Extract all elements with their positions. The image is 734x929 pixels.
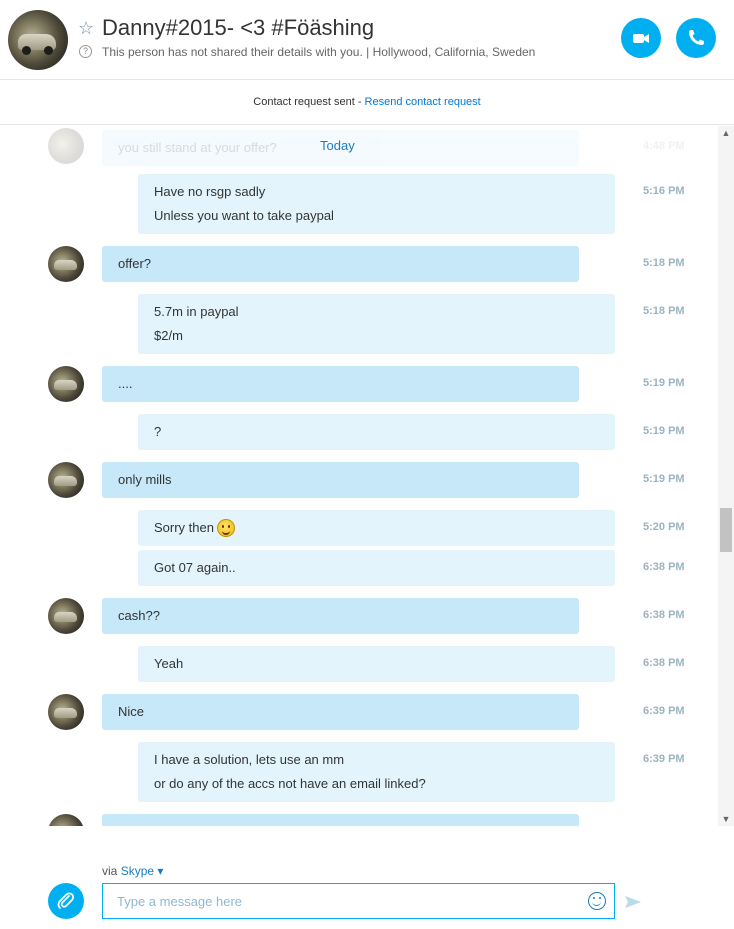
avatar[interactable] [48, 366, 84, 402]
message-list[interactable]: you still stand at your offer? 4:48 PM T… [0, 126, 718, 826]
message-text: or do any of the accs not have an email … [154, 776, 426, 791]
contact-request-bar: Contact request sent - Resend contact re… [0, 81, 734, 125]
smile-emoticon-icon [216, 518, 235, 537]
chat-scrollbar[interactable]: ▲ ▼ [718, 126, 734, 826]
faded-previous-message: you still stand at your offer? 4:48 PM [0, 126, 718, 170]
avatar[interactable] [48, 814, 84, 826]
message-text: Have no rsgp sadly [154, 184, 266, 199]
message-timestamp: 5:19 PM [643, 425, 685, 437]
paperclip-icon [57, 892, 75, 909]
message-timestamp: 5:20 PM [643, 521, 685, 533]
via-service-selector[interactable]: via Skype ▾ [102, 864, 163, 878]
message-timestamp: 5:18 PM [643, 305, 685, 317]
message-timestamp: 6:38 PM [643, 609, 685, 621]
avatar[interactable] [48, 462, 84, 498]
request-status-text: Contact request sent - [253, 96, 365, 108]
conversation-header: ☆ Danny#2015- <3 #Föäshing ? This person… [0, 0, 734, 80]
message-input-container[interactable] [102, 883, 615, 919]
video-camera-icon [633, 34, 649, 43]
date-divider: Today [320, 138, 355, 153]
audio-call-button[interactable] [676, 18, 716, 58]
message-text: only mills [118, 472, 172, 487]
message-bubble[interactable]: cash?? [102, 598, 579, 634]
message-timestamp: 5:19 PM [643, 377, 685, 389]
avatar[interactable] [48, 694, 84, 730]
contact-avatar[interactable] [8, 10, 68, 70]
send-arrow-icon [625, 896, 641, 908]
message-text: Got 07 again.. [154, 560, 236, 575]
message-text: $2/m [154, 328, 183, 343]
star-icon[interactable]: ☆ [78, 18, 94, 39]
message-text: 5.7m in paypal [154, 304, 239, 319]
avatar[interactable] [48, 246, 84, 282]
message-text: Unless you want to take paypal [154, 208, 334, 223]
scrollbar-thumb[interactable] [720, 508, 732, 552]
resend-request-link[interactable]: Resend contact request [365, 96, 481, 108]
message-bubble[interactable]: Nice [102, 694, 579, 730]
chevron-down-icon[interactable]: ▾ [154, 864, 163, 878]
message-bubble[interactable]: Sorry then [138, 510, 615, 546]
message-text: .... [118, 376, 133, 391]
message-bubble[interactable]: I have a solution, lets use an mm or do a… [138, 742, 615, 802]
message-text: Sorry then [154, 516, 599, 540]
info-icon: ? [79, 45, 92, 58]
attach-file-button[interactable] [48, 883, 84, 919]
contact-name[interactable]: Danny#2015- <3 #Föäshing [102, 15, 374, 41]
message-bubble[interactable]: Got 07 again.. [138, 550, 615, 586]
message-text: I have a solution, lets use an mm [154, 752, 345, 767]
phone-icon [689, 30, 704, 45]
send-button[interactable] [624, 894, 642, 915]
message-text: cash?? [118, 608, 160, 623]
avatar [48, 128, 84, 164]
message-bubble[interactable]: 5.7m in paypal $2/m [138, 294, 615, 354]
message-text: ? [154, 424, 162, 439]
message-timestamp: 6:39 PM [643, 753, 685, 765]
message-timestamp: 6:39 PM [643, 705, 685, 717]
video-call-button[interactable] [621, 18, 661, 58]
message-bubble[interactable]: only mills [102, 462, 579, 498]
message-bubble[interactable]: .... [102, 366, 579, 402]
message-input[interactable] [117, 892, 577, 910]
contact-subtitle: This person has not shared their details… [102, 45, 536, 59]
message-bubble[interactable] [102, 814, 579, 826]
message-bubble[interactable]: Have no rsgp sadly Unless you want to tak… [138, 174, 615, 234]
avatar[interactable] [48, 598, 84, 634]
message-timestamp: 6:38 PM [643, 657, 685, 669]
message-bubble[interactable]: Yeah [138, 646, 615, 682]
emoticon-picker-icon[interactable] [588, 892, 606, 910]
service-name[interactable]: Skype [121, 864, 154, 878]
scroll-up-arrow-icon[interactable]: ▲ [718, 126, 734, 140]
message-bubble[interactable]: ? [138, 414, 615, 450]
message-timestamp: 6:38 PM [643, 561, 685, 573]
message-timestamp: 5:16 PM [643, 185, 685, 197]
scroll-down-arrow-icon[interactable]: ▼ [718, 812, 734, 826]
message-bubble[interactable]: offer? [102, 246, 579, 282]
message-timestamp: 5:18 PM [643, 257, 685, 269]
message-text: offer? [118, 256, 152, 271]
message-timestamp: 5:19 PM [643, 473, 685, 485]
message-text: Yeah [154, 656, 184, 671]
message-text: Nice [118, 704, 145, 719]
